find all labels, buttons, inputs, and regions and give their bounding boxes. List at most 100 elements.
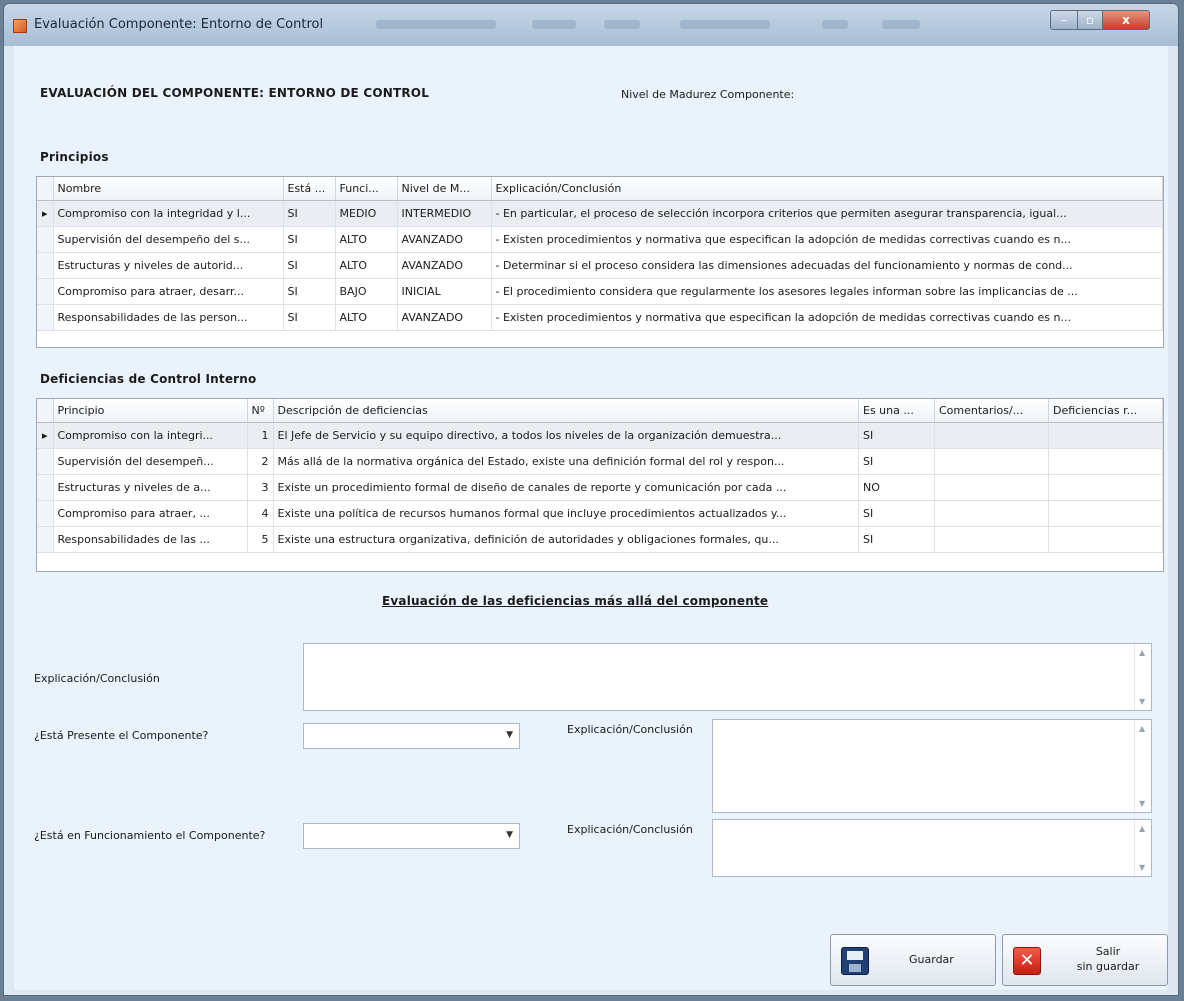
table-row[interactable]: Supervisión del desempeño del s... SI AL…: [37, 226, 1163, 253]
scroll-up-icon[interactable]: ▲: [1139, 648, 1145, 657]
table-cell[interactable]: Responsabilidades de las person...: [53, 304, 284, 331]
table-cell[interactable]: - Determinar si el proceso considera las…: [491, 252, 1163, 279]
table-cell[interactable]: [1048, 526, 1163, 553]
scrollbar[interactable]: ▲ ▼: [1134, 644, 1151, 710]
table-cell[interactable]: SI: [858, 422, 935, 449]
table-row[interactable]: Supervisión del desempeñ... 2 Más allá d…: [37, 448, 1163, 475]
table-cell[interactable]: [1048, 474, 1163, 501]
explicacion-textarea[interactable]: ▲ ▼: [303, 643, 1152, 711]
exit-without-saving-button[interactable]: ✕ Salir sin guardar: [1002, 934, 1168, 986]
column-header[interactable]: Nombre: [53, 177, 284, 201]
scrollbar[interactable]: ▲ ▼: [1134, 720, 1151, 812]
table-row[interactable]: Estructuras y niveles de a... 3 Existe u…: [37, 474, 1163, 501]
scroll-down-icon[interactable]: ▼: [1139, 697, 1145, 706]
current-row-arrow-icon: ▸: [37, 422, 54, 449]
table-cell[interactable]: Compromiso para atraer, desarr...: [53, 278, 284, 305]
table-cell[interactable]: Supervisión del desempeñ...: [53, 448, 248, 475]
table-cell[interactable]: AVANZADO: [397, 226, 492, 253]
chevron-down-icon[interactable]: ▼: [506, 730, 513, 740]
column-header[interactable]: Descripción de deficiencias: [273, 399, 859, 423]
table-cell[interactable]: SI: [283, 226, 336, 253]
column-header[interactable]: Deficiencias r...: [1048, 399, 1163, 423]
table-cell[interactable]: 1: [247, 422, 274, 449]
table-cell[interactable]: Existe un procedimiento formal de diseño…: [273, 474, 859, 501]
table-cell[interactable]: [1048, 500, 1163, 527]
table-row[interactable]: ▸ Compromiso con la integridad y l... SI…: [37, 200, 1163, 227]
table-cell[interactable]: SI: [283, 200, 336, 227]
table-cell[interactable]: [934, 422, 1049, 449]
maximize-button[interactable]: ▫: [1077, 10, 1103, 30]
page-title: EVALUACIÓN DEL COMPONENTE: ENTORNO DE CO…: [40, 86, 430, 100]
table-cell[interactable]: SI: [858, 448, 935, 475]
table-row[interactable]: Estructuras y niveles de autorid... SI A…: [37, 252, 1163, 279]
table-row[interactable]: Responsabilidades de las person... SI AL…: [37, 304, 1163, 331]
scroll-up-icon[interactable]: ▲: [1139, 824, 1145, 833]
table-cell[interactable]: SI: [858, 500, 935, 527]
table-cell[interactable]: Compromiso con la integri...: [53, 422, 248, 449]
table-cell[interactable]: Más allá de la normativa orgánica del Es…: [273, 448, 859, 475]
column-header[interactable]: Nivel de M...: [397, 177, 492, 201]
column-header[interactable]: Principio: [53, 399, 248, 423]
table-cell[interactable]: [934, 526, 1049, 553]
table-cell[interactable]: [934, 448, 1049, 475]
table-cell[interactable]: Supervisión del desempeño del s...: [53, 226, 284, 253]
table-cell[interactable]: - Existen procedimientos y normativa que…: [491, 304, 1163, 331]
table-cell[interactable]: Estructuras y niveles de a...: [53, 474, 248, 501]
table-cell[interactable]: ALTO: [335, 226, 398, 253]
table-cell[interactable]: [1048, 448, 1163, 475]
column-header[interactable]: Nº: [247, 399, 274, 423]
table-cell[interactable]: NO: [858, 474, 935, 501]
table-cell[interactable]: MEDIO: [335, 200, 398, 227]
table-cell[interactable]: ALTO: [335, 304, 398, 331]
table-cell[interactable]: [934, 500, 1049, 527]
table-cell[interactable]: BAJO: [335, 278, 398, 305]
table-cell[interactable]: Compromiso con la integridad y l...: [53, 200, 284, 227]
table-cell[interactable]: SI: [283, 278, 336, 305]
table-cell[interactable]: INTERMEDIO: [397, 200, 492, 227]
table-cell[interactable]: INICIAL: [397, 278, 492, 305]
funcionamiento-combo[interactable]: ▼: [303, 823, 520, 849]
scroll-down-icon[interactable]: ▼: [1139, 799, 1145, 808]
table-row[interactable]: Compromiso para atraer, desarr... SI BAJ…: [37, 278, 1163, 305]
title-bar[interactable]: Evaluación Componente: Entorno de Contro…: [4, 4, 1178, 46]
column-header[interactable]: Está ...: [283, 177, 336, 201]
minimize-button[interactable]: –: [1050, 10, 1078, 30]
table-cell[interactable]: 3: [247, 474, 274, 501]
table-cell[interactable]: Existe una estructura organizativa, defi…: [273, 526, 859, 553]
table-cell[interactable]: 4: [247, 500, 274, 527]
table-cell[interactable]: Responsabilidades de las ...: [53, 526, 248, 553]
table-cell[interactable]: AVANZADO: [397, 252, 492, 279]
table-cell[interactable]: Compromiso para atraer, ...: [53, 500, 248, 527]
table-cell[interactable]: [1048, 422, 1163, 449]
funcionamiento-explicacion-textarea[interactable]: ▲ ▼: [712, 819, 1152, 877]
table-cell[interactable]: - Existen procedimientos y normativa que…: [491, 226, 1163, 253]
table-cell[interactable]: AVANZADO: [397, 304, 492, 331]
table-cell[interactable]: - El procedimiento considera que regular…: [491, 278, 1163, 305]
table-row[interactable]: ▸ Compromiso con la integri... 1 El Jefe…: [37, 422, 1163, 449]
column-header[interactable]: Comentarios/...: [934, 399, 1049, 423]
table-cell[interactable]: SI: [283, 252, 336, 279]
table-cell[interactable]: 2: [247, 448, 274, 475]
table-cell[interactable]: [934, 474, 1049, 501]
table-cell[interactable]: SI: [283, 304, 336, 331]
column-header[interactable]: Funci...: [335, 177, 398, 201]
presente-combo[interactable]: ▼: [303, 723, 520, 749]
table-cell[interactable]: SI: [858, 526, 935, 553]
presente-explicacion-textarea[interactable]: ▲ ▼: [712, 719, 1152, 813]
column-header[interactable]: Es una ...: [858, 399, 935, 423]
table-row[interactable]: Compromiso para atraer, ... 4 Existe una…: [37, 500, 1163, 527]
table-cell[interactable]: El Jefe de Servicio y su equipo directiv…: [273, 422, 859, 449]
scroll-up-icon[interactable]: ▲: [1139, 724, 1145, 733]
table-cell[interactable]: ALTO: [335, 252, 398, 279]
scroll-down-icon[interactable]: ▼: [1139, 863, 1145, 872]
table-row[interactable]: Responsabilidades de las ... 5 Existe un…: [37, 526, 1163, 553]
column-header[interactable]: Explicación/Conclusión: [491, 177, 1163, 201]
close-button[interactable]: x: [1102, 10, 1150, 30]
table-cell[interactable]: Estructuras y niveles de autorid...: [53, 252, 284, 279]
table-cell[interactable]: 5: [247, 526, 274, 553]
save-button[interactable]: Guardar: [830, 934, 996, 986]
scrollbar[interactable]: ▲ ▼: [1134, 820, 1151, 876]
chevron-down-icon[interactable]: ▼: [506, 830, 513, 840]
table-cell[interactable]: Existe una política de recursos humanos …: [273, 500, 859, 527]
table-cell[interactable]: - En particular, el proceso de selección…: [491, 200, 1163, 227]
